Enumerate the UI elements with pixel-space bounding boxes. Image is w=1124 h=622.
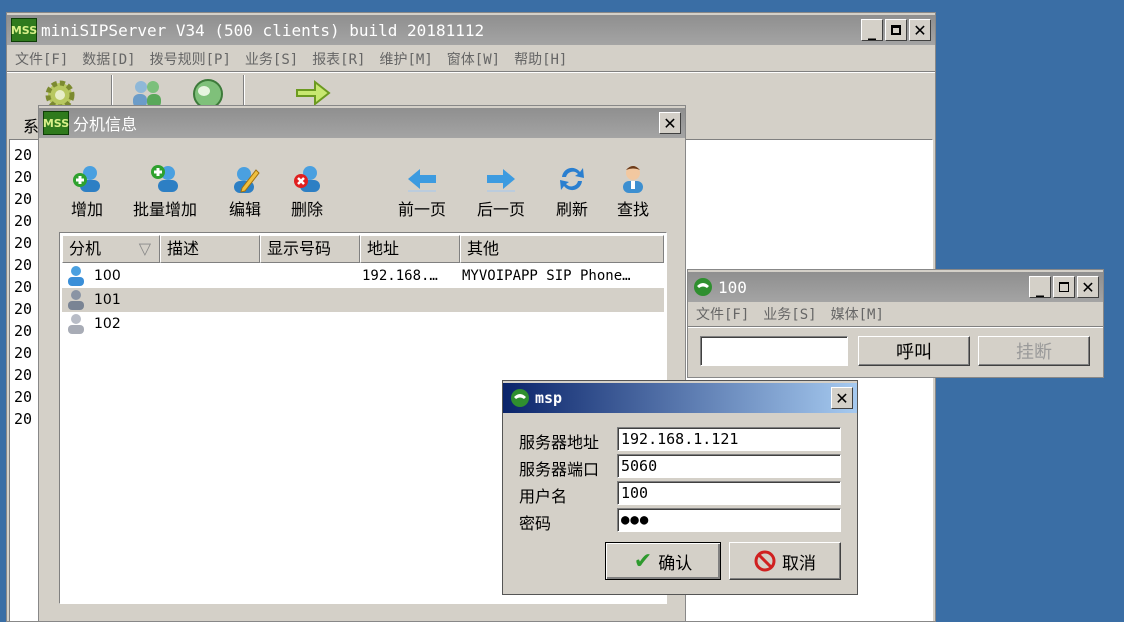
server-address-label: 服务器地址 xyxy=(519,433,600,452)
server-port-field[interactable]: 5060 xyxy=(617,454,841,478)
refresh-icon xyxy=(560,167,584,191)
sort-arrow-icon: ▽ xyxy=(138,239,151,258)
delete-button[interactable]: 删除 xyxy=(291,164,323,220)
arrow-left-icon xyxy=(408,169,436,192)
server-address-field[interactable]: 192.168.1.121 xyxy=(617,427,841,451)
main-menubar: 文件[F] 数据[D] 拨号规则[P] 业务[S] 报表[R] 维护[M] 窗体… xyxy=(7,49,935,69)
phone-menubar: 文件[F] 业务[S] 媒体[M] xyxy=(688,304,1103,324)
arrow-right-icon xyxy=(487,169,515,192)
close-button[interactable]: ✕ xyxy=(909,19,931,41)
menu-file[interactable]: 文件[F] xyxy=(696,304,749,324)
refresh-button-label: 刷新 xyxy=(556,200,589,219)
edit-button[interactable]: 编辑 xyxy=(229,164,261,220)
minimize-button[interactable]: _ xyxy=(1029,276,1051,298)
main-toolbar-divider xyxy=(7,71,935,73)
delete-button-label: 删除 xyxy=(291,200,324,219)
menu-file[interactable]: 文件[F] xyxy=(15,49,68,69)
dial-input[interactable] xyxy=(700,336,848,366)
column-description[interactable]: 描述 xyxy=(160,235,260,263)
maximize-icon xyxy=(1059,282,1069,292)
edit-button-label: 编辑 xyxy=(229,200,262,219)
phone-icon xyxy=(694,278,712,296)
menu-maintenance[interactable]: 维护[M] xyxy=(379,49,432,69)
username-field[interactable]: 100 xyxy=(617,481,841,505)
column-extension[interactable]: 分机 ▽ xyxy=(62,235,160,263)
column-address[interactable]: 地址 xyxy=(360,235,460,263)
maximize-button[interactable] xyxy=(1053,276,1075,298)
arrow-right-icon[interactable] xyxy=(295,79,331,107)
main-titlebar[interactable]: MSS miniSIPServer V34 (500 clients) buil… xyxy=(7,15,935,45)
edit-icon xyxy=(234,167,260,193)
main-window-title: miniSIPServer V34 (500 clients) build 20… xyxy=(41,20,485,40)
app-logo-icon: MSS xyxy=(43,111,69,135)
phone-window: 100 _ ✕ 文件[F] 业务[S] 媒体[M] 呼叫 挂断 xyxy=(687,269,1104,378)
column-other[interactable]: 其他 xyxy=(460,235,664,263)
batch-add-icon xyxy=(151,165,178,192)
menu-help[interactable]: 帮助[H] xyxy=(514,49,567,69)
menu-service[interactable]: 业务[S] xyxy=(763,304,816,324)
prev-page-button-label: 前一页 xyxy=(398,200,447,219)
close-icon: ✕ xyxy=(835,388,849,408)
batch-add-button-label: 批量增加 xyxy=(133,200,198,219)
minimize-button[interactable]: _ xyxy=(861,19,883,41)
maximize-button[interactable] xyxy=(885,19,907,41)
user-offline-icon xyxy=(68,314,84,334)
close-button[interactable]: ✕ xyxy=(1077,276,1099,298)
menu-media[interactable]: 媒体[M] xyxy=(831,304,884,324)
menu-window[interactable]: 窗体[W] xyxy=(447,49,500,69)
password-label: 密码 xyxy=(519,514,552,533)
add-user-icon xyxy=(73,166,100,192)
minimize-icon: _ xyxy=(1036,277,1044,297)
find-button[interactable]: 查找 xyxy=(617,164,649,220)
phone-icon xyxy=(511,389,529,407)
menu-data[interactable]: 数据[D] xyxy=(82,49,135,69)
main-tab-label[interactable]: 系 xyxy=(23,113,39,137)
menu-report[interactable]: 报表[R] xyxy=(312,49,365,69)
table-row[interactable]: 101 xyxy=(62,288,664,312)
add-button-label: 增加 xyxy=(71,200,104,219)
server-port-label: 服务器端口 xyxy=(519,460,600,479)
delete-user-icon xyxy=(294,166,320,192)
username-label: 用户名 xyxy=(519,487,568,506)
phone-window-title: 100 xyxy=(718,277,747,297)
close-button[interactable]: ✕ xyxy=(831,387,853,409)
next-page-button-label: 后一页 xyxy=(477,200,526,219)
minimize-icon: _ xyxy=(868,20,876,40)
msp-dialog-title: msp xyxy=(535,389,563,407)
user-offline-icon xyxy=(68,290,84,310)
close-button[interactable]: ✕ xyxy=(659,112,681,134)
close-icon: ✕ xyxy=(663,113,677,133)
find-user-icon xyxy=(623,166,643,193)
hangup-button[interactable]: 挂断 xyxy=(978,336,1090,366)
extension-titlebar[interactable]: MSS 分机信息 ✕ xyxy=(39,108,685,138)
close-icon: ✕ xyxy=(1081,277,1095,297)
extension-list-header: 分机 ▽ 描述 显示号码 地址 其他 xyxy=(62,235,664,263)
cancel-button[interactable]: 取消 xyxy=(729,542,841,580)
msp-dialog: msp ✕ 服务器地址 192.168.1.121 服务器端口 5060 用户名… xyxy=(502,380,858,595)
app-logo-icon: MSS xyxy=(11,18,37,42)
prev-page-button[interactable]: 前一页 xyxy=(398,164,446,220)
user-online-icon xyxy=(68,266,84,286)
close-icon: ✕ xyxy=(913,20,927,40)
find-button-label: 查找 xyxy=(617,200,650,219)
phone-titlebar[interactable]: 100 _ ✕ xyxy=(688,272,1103,302)
next-page-button[interactable]: 后一页 xyxy=(477,164,525,220)
call-button[interactable]: 呼叫 xyxy=(858,336,970,366)
table-row[interactable]: 102 xyxy=(62,312,664,336)
batch-add-button[interactable]: 批量增加 xyxy=(133,164,197,220)
msp-titlebar[interactable]: msp ✕ xyxy=(503,383,857,413)
ok-button[interactable]: ✔ 确认 xyxy=(605,542,721,580)
menu-service[interactable]: 业务[S] xyxy=(245,49,298,69)
maximize-icon xyxy=(891,25,901,35)
password-field[interactable]: ●●● xyxy=(617,508,841,532)
add-button[interactable]: 增加 xyxy=(71,164,103,220)
extension-window-title: 分机信息 xyxy=(73,115,138,134)
checkmark-icon: ✔ xyxy=(633,548,653,574)
menu-dial-rules[interactable]: 拨号规则[P] xyxy=(150,49,231,69)
column-display-number[interactable]: 显示号码 xyxy=(260,235,360,263)
refresh-button[interactable]: 刷新 xyxy=(556,164,588,220)
cancel-icon xyxy=(754,550,776,572)
phone-divider xyxy=(688,326,1103,328)
table-row[interactable]: 100 192.168.… MYVOIPAPP SIP Phone… xyxy=(62,264,664,288)
